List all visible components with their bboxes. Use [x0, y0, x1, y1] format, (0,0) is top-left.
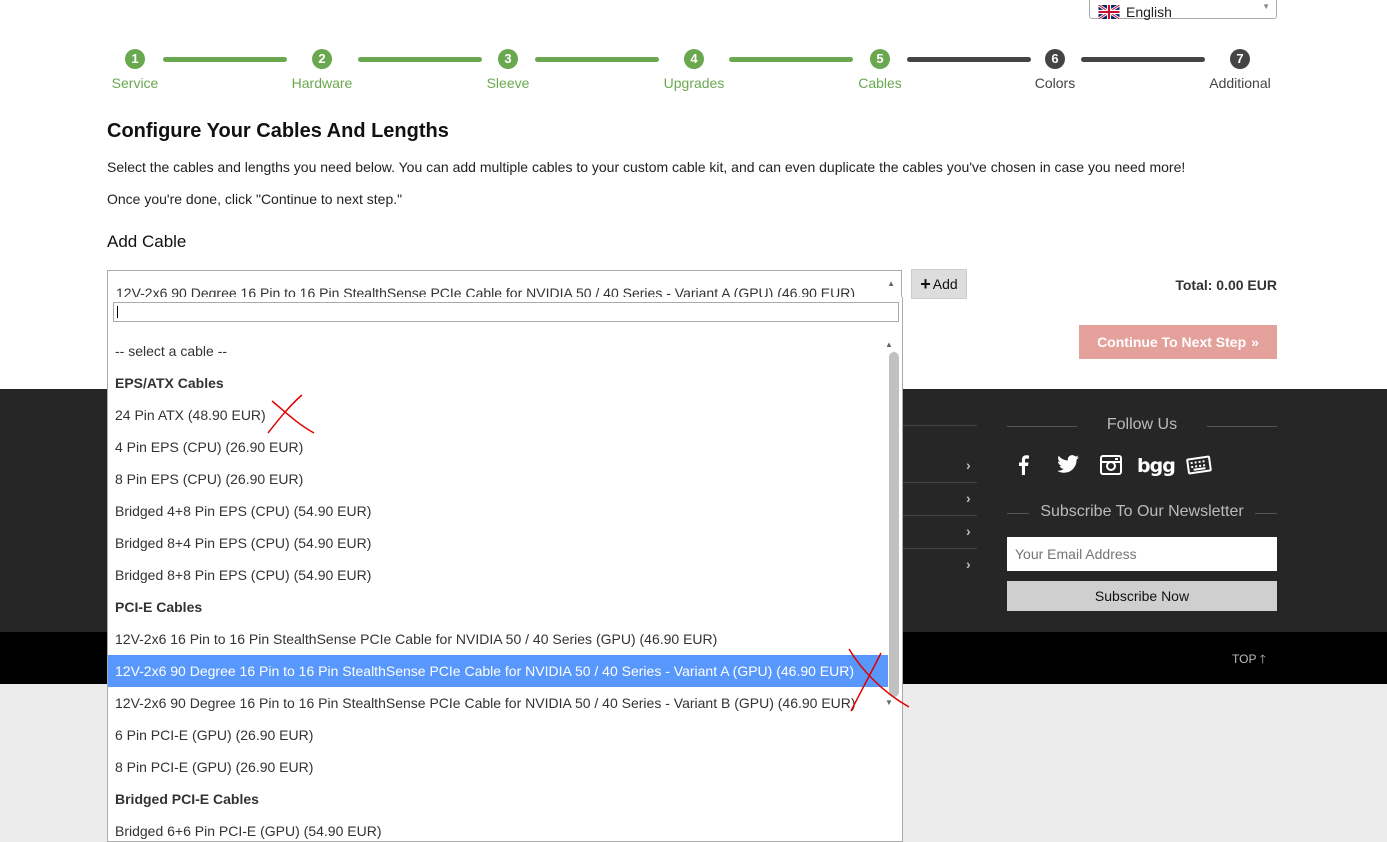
step-colors: 6 Colors	[1005, 49, 1105, 91]
step-number: 7	[1230, 49, 1250, 69]
instruction-text: Once you're done, click "Continue to nex…	[107, 191, 403, 207]
step-label: Colors	[1034, 75, 1076, 91]
uk-flag-icon	[1098, 5, 1120, 19]
email-input[interactable]	[1007, 537, 1277, 571]
keyboard-icon[interactable]	[1186, 455, 1212, 477]
step-label: Hardware	[291, 75, 353, 91]
back-to-top-link[interactable]: TOP 🡑	[1232, 650, 1266, 671]
dropdown-option[interactable]: 8 Pin PCI-E (GPU) (26.90 EUR)	[108, 751, 888, 783]
step-cables[interactable]: 5 Cables	[830, 49, 930, 91]
step-label: Upgrades	[663, 75, 725, 91]
double-chevron-right-icon: »	[1251, 334, 1259, 350]
step-additional: 7 Additional	[1190, 49, 1290, 91]
dropdown-search-input[interactable]	[113, 302, 899, 322]
continue-label: Continue To Next Step	[1097, 334, 1247, 350]
scrollbar-thumb[interactable]	[889, 352, 899, 697]
intro-text: Select the cables and lengths you need b…	[107, 159, 1186, 175]
step-number: 2	[312, 49, 332, 69]
plus-icon: +	[920, 273, 931, 294]
dropdown-option[interactable]: 12V-2x6 16 Pin to 16 Pin StealthSense PC…	[108, 623, 888, 655]
step-number: 1	[125, 49, 145, 69]
dropdown-option[interactable]: -- select a cable --	[108, 335, 888, 367]
dropdown-option[interactable]: 4 Pin EPS (CPU) (26.90 EUR)	[108, 431, 888, 463]
dropdown-option[interactable]: Bridged 8+4 Pin EPS (CPU) (54.90 EUR)	[108, 527, 888, 559]
footer-divider	[903, 482, 977, 483]
dropdown-option[interactable]: 12V-2x6 90 Degree 16 Pin to 16 Pin Steal…	[108, 687, 888, 719]
dropdown-option[interactable]: Bridged 8+8 Pin EPS (CPU) (54.90 EUR)	[108, 559, 888, 591]
step-service[interactable]: 1 Service	[85, 49, 185, 91]
step-label: Service	[111, 75, 159, 91]
add-label: Add	[932, 276, 958, 292]
dropdown-group-label: Bridged PCI-E Cables	[115, 791, 259, 807]
footer-divider	[903, 425, 977, 426]
subscribe-button[interactable]: Subscribe Now	[1007, 581, 1277, 611]
cable-dropdown[interactable]: -- select a cable -- EPS/ATX Cables 24 Pin…	[107, 297, 903, 842]
scroll-up-arrow[interactable]: ▲	[885, 340, 893, 349]
total-price: Total: 0.00 EUR	[1175, 277, 1277, 293]
step-upgrades[interactable]: 4 Upgrades	[644, 49, 744, 91]
footer-divider	[903, 515, 977, 516]
instagram-icon[interactable]	[1098, 455, 1124, 477]
bgg-icon[interactable]: bgg	[1137, 455, 1176, 477]
chevron-right-icon[interactable]: ›	[966, 490, 971, 506]
facebook-icon[interactable]	[1010, 455, 1036, 477]
footer-divider	[903, 548, 977, 549]
chevron-up-icon: ▲	[887, 279, 895, 288]
step-hardware[interactable]: 2 Hardware	[272, 49, 372, 91]
step-sleeve[interactable]: 3 Sleeve	[458, 49, 558, 91]
add-cable-heading: Add Cable	[107, 232, 187, 251]
chevron-right-icon[interactable]: ›	[966, 457, 971, 473]
cable-select[interactable]: 12V-2x6 90 Degree 16 Pin to 16 Pin Steal…	[107, 270, 902, 298]
step-number: 3	[498, 49, 518, 69]
language-select[interactable]: English ▼	[1089, 0, 1277, 20]
step-label: Sleeve	[486, 75, 530, 91]
twitter-icon[interactable]	[1055, 455, 1081, 477]
dropdown-list: -- select a cable -- EPS/ATX Cables 24 Pin…	[108, 335, 888, 842]
dropdown-option[interactable]: 12V-2x6 90 Degree 16 Pin to 16 Pin Steal…	[108, 655, 888, 687]
dropdown-option[interactable]: Bridged 6+6 Pin PCI-E (GPU) (54.90 EUR)	[108, 815, 888, 842]
dropdown-option[interactable]: 24 Pin ATX (48.90 EUR)	[108, 399, 888, 431]
arrow-up-icon: 🡑	[1259, 652, 1266, 666]
step-label: Additional	[1209, 75, 1271, 91]
chevron-right-icon[interactable]: ›	[966, 523, 971, 539]
continue-button[interactable]: Continue To Next Step »	[1079, 325, 1277, 359]
follow-us-heading: Follow Us	[1007, 416, 1277, 434]
dropdown-group-label: EPS/ATX Cables	[115, 375, 224, 391]
language-label: English	[1126, 4, 1172, 20]
newsletter-heading: Subscribe To Our Newsletter	[1007, 503, 1277, 521]
add-cable-button[interactable]: + Add	[911, 269, 967, 299]
chevron-down-icon: ▼	[1262, 2, 1270, 11]
top-label: TOP	[1232, 652, 1257, 666]
step-number: 4	[684, 49, 704, 69]
dropdown-option[interactable]: Bridged 4+8 Pin EPS (CPU) (54.90 EUR)	[108, 495, 888, 527]
scroll-down-arrow[interactable]: ▼	[885, 698, 893, 707]
dropdown-option[interactable]: 6 Pin PCI-E (GPU) (26.90 EUR)	[108, 719, 888, 751]
page-title: Configure Your Cables And Lengths	[107, 120, 449, 142]
dropdown-group-label: PCI-E Cables	[115, 599, 203, 615]
step-number: 5	[870, 49, 890, 69]
chevron-right-icon[interactable]: ›	[966, 556, 971, 572]
dropdown-option[interactable]: 8 Pin EPS (CPU) (26.90 EUR)	[108, 463, 888, 495]
step-label: Cables	[858, 75, 902, 91]
step-number: 6	[1045, 49, 1065, 69]
